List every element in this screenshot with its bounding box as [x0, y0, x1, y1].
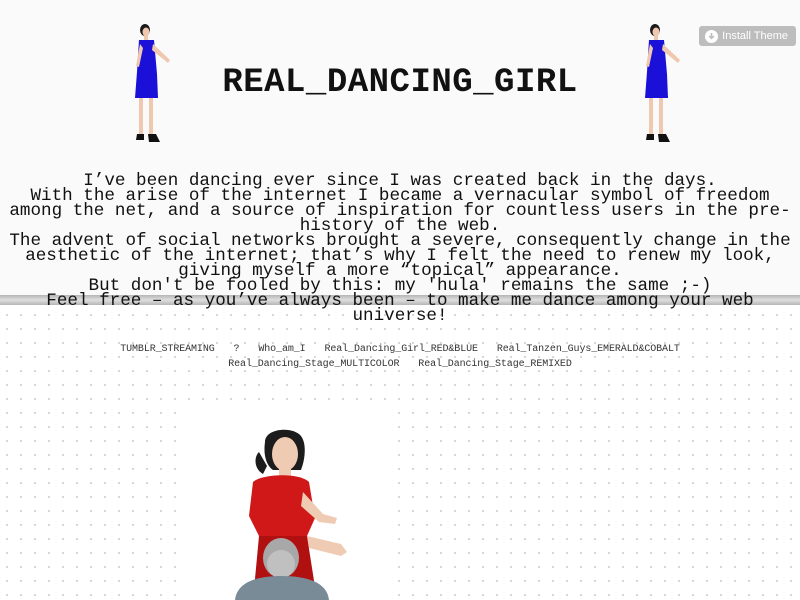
nav-link-who-am-i[interactable]: Who_am_I [258, 344, 305, 355]
nav-link-multicolor[interactable]: Real_Dancing_Stage_MULTICOLOR [228, 359, 399, 370]
intro-text: I’ve been dancing ever since I was creat… [6, 172, 794, 326]
install-theme-label: Install Theme [722, 30, 788, 42]
intro-paragraph: With the arise of the internet I became … [9, 186, 791, 236]
dancing-girl-image-right [640, 22, 686, 146]
nav-link-question[interactable]: ? [234, 344, 240, 355]
nav-link-tumblr-streaming[interactable]: TUMBLR_STREAMING [120, 344, 215, 355]
intro-paragraph: The advent of social networks brought a … [9, 231, 791, 281]
download-icon [705, 29, 719, 43]
nav-link-emerald-cobalt[interactable]: Real_Tanzen_Guys_EMERALD&COBALT [497, 344, 680, 355]
intro-paragraph: Feel free – as you’ve always been – to m… [46, 291, 754, 326]
nav-link-remixed[interactable]: Real_Dancing_Stage_REMIXED [418, 359, 572, 370]
dancing-couple-image [223, 426, 373, 600]
nav-links: TUMBLR_STREAMING ? Who_am_I Real_Dancing… [40, 342, 760, 372]
post-image-box [183, 402, 387, 600]
nav-link-red-blue[interactable]: Real_Dancing_Girl_RED&BLUE [324, 344, 478, 355]
install-theme-button[interactable]: Install Theme [699, 26, 796, 46]
